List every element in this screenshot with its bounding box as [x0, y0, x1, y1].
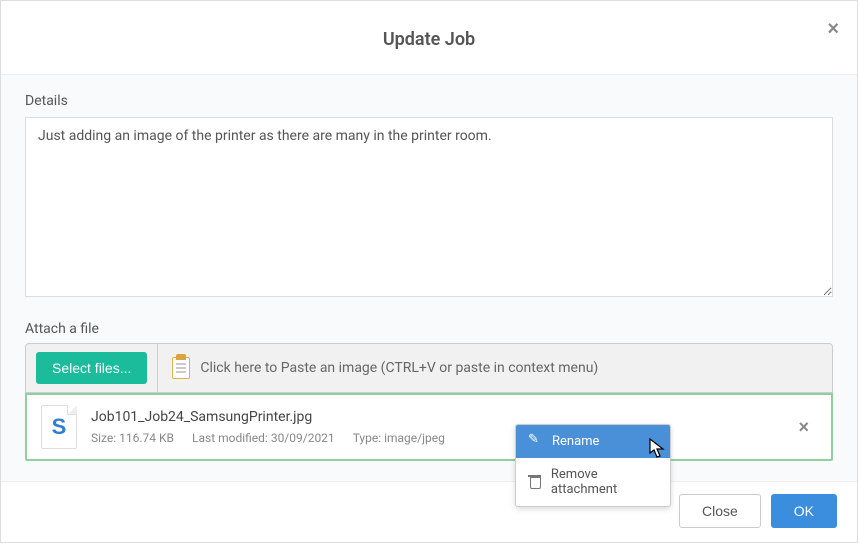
update-job-modal: Update Job × Details Attach a file Selec… [0, 0, 858, 543]
close-button[interactable]: Close [679, 494, 761, 528]
file-size: Size: 116.74 KB [91, 431, 174, 445]
attach-label: Attach a file [25, 321, 833, 337]
modal-header: Update Job × [1, 1, 857, 74]
file-thumbnail-icon: S [41, 405, 77, 449]
attach-toolbar: Select files... Click here to Paste an i… [25, 343, 833, 393]
file-modified: Last modified: 30/09/2021 [192, 431, 335, 445]
modal-body: Details Attach a file Select files... Cl… [1, 74, 857, 481]
modal-footer: Close OK [1, 481, 857, 542]
clipboard-icon [172, 357, 190, 379]
context-rename[interactable]: Rename [516, 425, 670, 458]
ok-button[interactable]: OK [771, 494, 837, 528]
context-remove-label: Remove attachment [551, 467, 658, 497]
file-type: Type: image/jpeg [353, 431, 445, 445]
paste-hint-text: Click here to Paste an image (CTRL+V or … [200, 360, 598, 376]
file-thumb-letter: S [52, 414, 67, 440]
select-files-button[interactable]: Select files... [36, 352, 147, 384]
file-info: Job101_Job24_SamsungPrinter.jpg Size: 11… [91, 409, 776, 445]
file-name: Job101_Job24_SamsungPrinter.jpg [91, 409, 776, 425]
modal-title: Update Job [21, 29, 837, 50]
details-label: Details [25, 93, 833, 109]
paste-area[interactable]: Click here to Paste an image (CTRL+V or … [158, 344, 832, 392]
details-textarea[interactable] [25, 117, 833, 297]
close-icon[interactable]: × [827, 19, 839, 39]
select-files-wrap: Select files... [26, 344, 158, 392]
trash-icon [528, 475, 541, 489]
pencil-icon [528, 435, 542, 449]
attached-file-card[interactable]: S Job101_Job24_SamsungPrinter.jpg Size: … [25, 393, 833, 461]
context-remove-attachment[interactable]: Remove attachment [516, 458, 670, 506]
file-remove-button[interactable]: × [790, 414, 817, 440]
file-context-menu: Rename Remove attachment [515, 424, 671, 507]
file-meta: Size: 116.74 KB Last modified: 30/09/202… [91, 431, 776, 445]
context-rename-label: Rename [552, 434, 599, 449]
